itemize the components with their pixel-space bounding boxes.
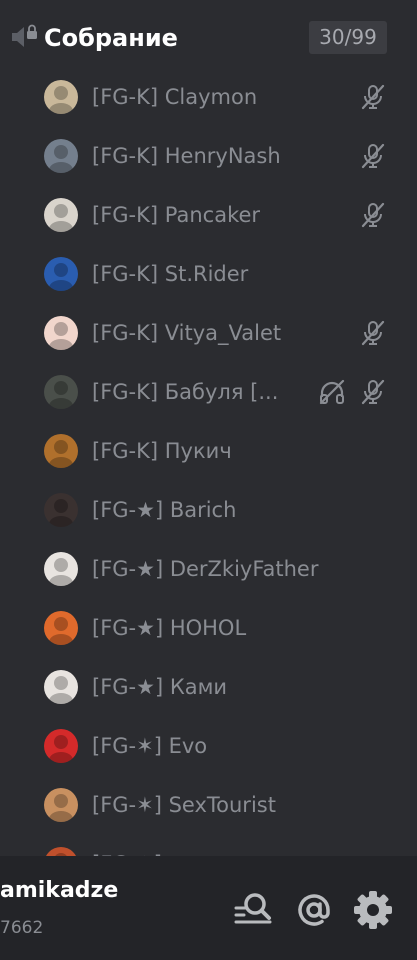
deafened-headphones-icon xyxy=(319,379,345,405)
avatar xyxy=(44,257,78,291)
voice-member[interactable]: [FG-★] Barich xyxy=(40,485,410,535)
speaker-locked-icon xyxy=(12,24,37,47)
muted-microphone-icon xyxy=(361,202,385,228)
member-name: [FG-K] Пукич xyxy=(92,439,232,463)
avatar xyxy=(44,80,78,114)
voice-member[interactable]: [FG-★] HOHOL xyxy=(40,603,410,653)
avatar xyxy=(44,552,78,586)
voice-member[interactable]: [FG-K] Бабуля [... xyxy=(40,367,410,417)
search-icon[interactable] xyxy=(232,890,272,930)
member-name: [FG-★] Barich xyxy=(92,498,237,522)
avatar xyxy=(44,375,78,409)
member-name: [FG-✶] ... xyxy=(92,839,189,856)
member-name: [FG-K] Claymon xyxy=(92,85,258,109)
mentions-icon[interactable] xyxy=(294,890,334,930)
voice-channel-header[interactable]: Собрание 30/99 xyxy=(0,0,417,78)
avatar xyxy=(44,198,78,232)
voice-member[interactable]: [FG-K] Пукич xyxy=(40,426,410,476)
member-name: [FG-K] Vitya_Valet xyxy=(92,321,282,345)
muted-microphone-icon xyxy=(361,84,385,110)
avatar xyxy=(44,670,78,704)
avatar xyxy=(44,611,78,645)
muted-microphone-icon xyxy=(361,379,385,405)
voice-member[interactable]: [FG-★] Ками xyxy=(40,662,410,712)
member-name: [FG-★] Ками xyxy=(92,675,228,699)
voice-member[interactable]: [FG-K] Vitya_Valet xyxy=(40,308,410,358)
voice-member[interactable]: [FG-★] DerZkiyFather xyxy=(40,544,410,594)
avatar xyxy=(44,493,78,527)
voice-member[interactable]: [FG-✶] SexTourist xyxy=(40,780,410,830)
voice-member[interactable]: [FG-K] Pancaker xyxy=(40,190,410,240)
user-panel: amikadze 7662 xyxy=(0,856,417,960)
member-name: [FG-K] Бабуля [... xyxy=(92,380,279,404)
member-name: [FG-✶] Evo xyxy=(92,734,208,758)
voice-member[interactable]: [FG-K] St.Rider xyxy=(40,249,410,299)
voice-member[interactable]: [FG-K] HenryNash xyxy=(40,131,410,181)
settings-gear-icon[interactable] xyxy=(353,890,393,930)
avatar xyxy=(44,788,78,822)
voice-member[interactable]: [FG-✶] ... xyxy=(40,839,410,856)
avatar xyxy=(44,139,78,173)
member-name: [FG-★] DerZkiyFather xyxy=(92,557,319,581)
muted-microphone-icon xyxy=(361,143,385,169)
avatar xyxy=(44,847,78,856)
member-name: [FG-✶] SexTourist xyxy=(92,793,276,817)
channel-title: Собрание xyxy=(44,24,178,52)
user-discriminator: 7662 xyxy=(0,918,44,938)
voice-member-list: Собрание 30/99 [FG-K] Claymon [FG-K] Henr… xyxy=(0,0,417,856)
voice-member[interactable]: [FG-✶] Evo xyxy=(40,721,410,771)
username[interactable]: amikadze xyxy=(0,878,118,903)
member-name: [FG-K] St.Rider xyxy=(92,262,249,286)
member-name: [FG-★] HOHOL xyxy=(92,616,247,640)
avatar xyxy=(44,729,78,763)
voice-member[interactable]: [FG-K] Claymon xyxy=(40,72,410,122)
muted-microphone-icon xyxy=(361,320,385,346)
avatar xyxy=(44,316,78,350)
member-name: [FG-K] HenryNash xyxy=(92,144,281,168)
member-name: [FG-K] Pancaker xyxy=(92,203,261,227)
avatar xyxy=(44,434,78,468)
user-limit-badge: 30/99 xyxy=(309,21,387,54)
